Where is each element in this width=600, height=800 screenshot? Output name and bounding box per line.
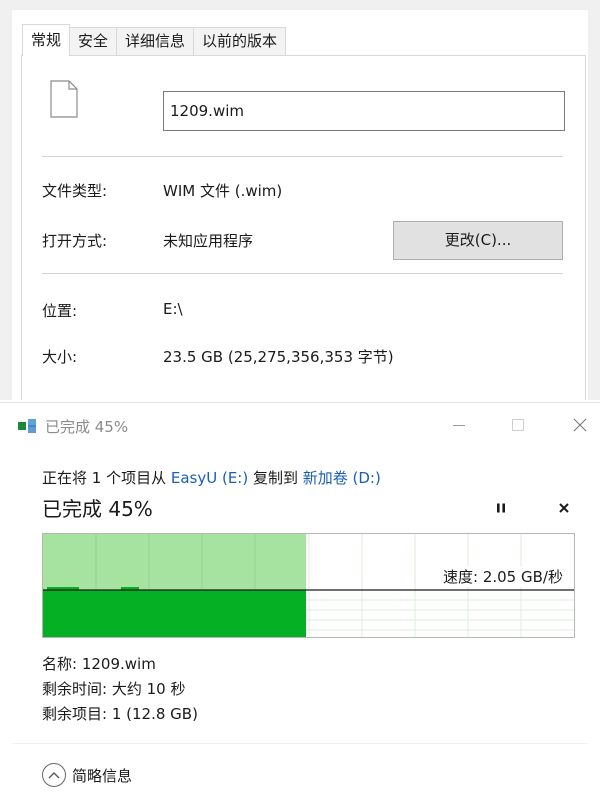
tab-previous-versions[interactable]: 以前的版本 <box>194 27 287 55</box>
opens-with-value: 未知应用程序 <box>163 232 254 250</box>
copy-app-icon <box>18 419 36 433</box>
speed-history-area <box>43 590 306 637</box>
remaining-time-info: 剩余时间: 大约 10 秒 <box>42 680 186 698</box>
window-title: 已完成 45% <box>45 418 129 436</box>
properties-tabs: 常规 安全 详细信息 以前的版本 <box>22 24 287 56</box>
location-value: E:\ <box>163 300 183 318</box>
divider <box>42 273 563 274</box>
pause-button[interactable] <box>490 497 512 519</box>
panel-right-edge <box>588 0 600 400</box>
remaining-items-info: 剩余项目: 1 (12.8 GB) <box>42 705 198 723</box>
file-icon <box>50 80 78 118</box>
copy-description: 正在将 1 个项目从 EasyU (E:) 复制到 新加卷 (D:) <box>42 467 381 488</box>
file-type-label: 文件类型: <box>42 182 108 200</box>
size-value: 23.5 GB (25,275,356,353 字节) <box>163 348 394 366</box>
panel-left-edge <box>0 0 12 400</box>
maximize-button[interactable] <box>503 411 533 439</box>
opens-with-label: 打开方式: <box>42 232 108 250</box>
close-button[interactable] <box>565 411 595 439</box>
tab-security[interactable]: 安全 <box>70 27 118 55</box>
copy-progress-dialog: 已完成 45% 正在将 1 个项目从 EasyU (E:) 复制到 新加卷 (D… <box>0 402 600 800</box>
minimize-icon <box>453 425 465 426</box>
source-link[interactable]: EasyU (E:) <box>171 469 248 487</box>
chevron-up-icon <box>42 763 66 787</box>
tab-details[interactable]: 详细信息 <box>117 27 195 55</box>
pause-icon <box>497 503 505 513</box>
file-type-value: WIM 文件 (.wim) <box>163 182 283 200</box>
minimize-button[interactable] <box>444 411 474 439</box>
maximize-icon <box>512 419 524 431</box>
divider <box>42 156 563 157</box>
size-label: 大小: <box>42 348 78 366</box>
progress-title: 已完成 45% <box>42 497 153 521</box>
title-bar: 已完成 45% <box>0 403 600 445</box>
location-label: 位置: <box>42 302 78 320</box>
file-name-field[interactable] <box>163 91 565 131</box>
speed-label: 速度: 2.05 GB/秒 <box>441 566 565 587</box>
copy-middle-text: 复制到 <box>248 469 303 487</box>
cancel-icon <box>559 503 569 513</box>
destination-link[interactable]: 新加卷 (D:) <box>303 469 381 487</box>
cancel-button[interactable] <box>553 497 575 519</box>
details-toggle-label: 简略信息 <box>72 766 133 785</box>
change-button[interactable]: 更改(C)... <box>393 221 563 260</box>
panel-top-edge <box>0 0 600 10</box>
fewer-details-toggle[interactable]: 简略信息 <box>42 763 132 787</box>
close-icon <box>573 418 587 432</box>
tab-general[interactable]: 常规 <box>22 24 71 56</box>
file-name-info: 名称: 1209.wim <box>42 655 156 673</box>
file-properties-panel: 常规 安全 详细信息 以前的版本 文件类型: WIM 文件 (.wim) 打开方… <box>0 0 600 400</box>
copy-prefix-text: 正在将 1 个项目从 <box>42 469 171 487</box>
divider <box>12 743 588 744</box>
